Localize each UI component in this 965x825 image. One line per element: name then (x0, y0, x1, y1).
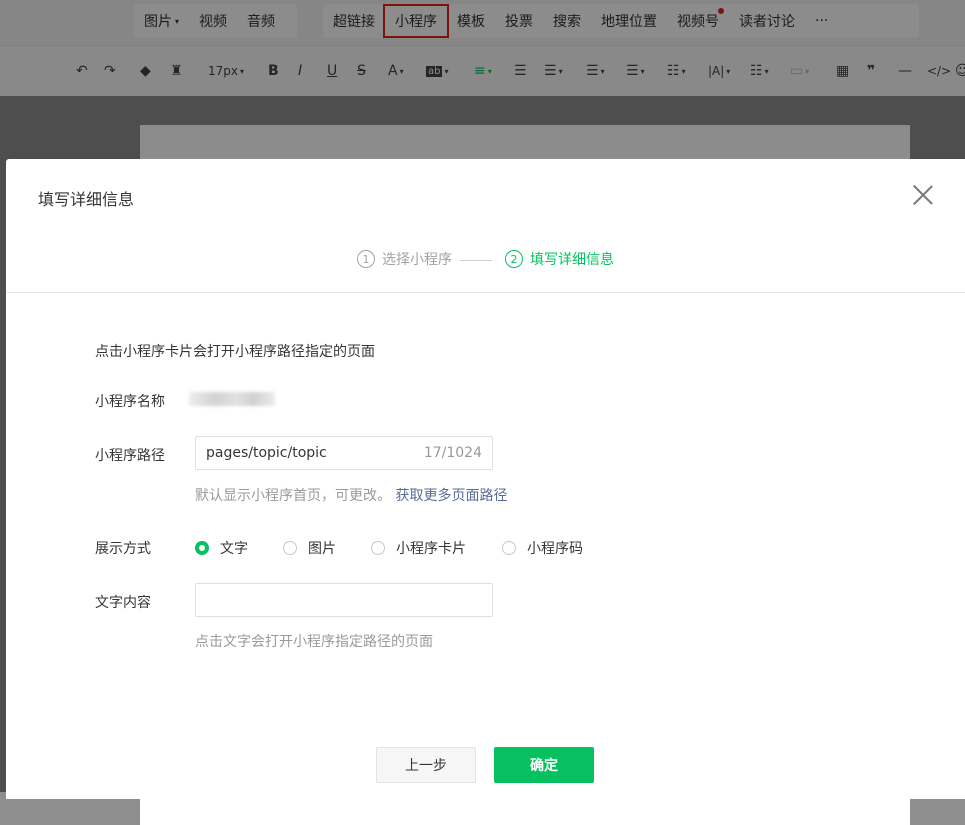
step-number: 1 (357, 250, 375, 268)
dialog-title: 填写详细信息 (38, 190, 135, 209)
miniprogram-name-blurred (189, 392, 275, 406)
path-input[interactable]: pages/topic/topic 17/1024 (195, 436, 493, 470)
text-content-input[interactable] (195, 583, 493, 617)
text-content-label: 文字内容 (95, 595, 151, 611)
radio-unchecked-icon (371, 541, 385, 555)
step-label: 填写详细信息 (530, 252, 614, 268)
radio-label: 小程序卡片 (396, 541, 466, 557)
radio-unchecked-icon (283, 541, 297, 555)
name-label: 小程序名称 (95, 394, 165, 410)
path-hint-text: 默认显示小程序首页，可更改。 (195, 488, 391, 504)
previous-step-button[interactable]: 上一步 (376, 747, 476, 783)
divider (6, 292, 965, 293)
display-mode-label: 展示方式 (95, 541, 151, 557)
radio-qrcode[interactable]: 小程序码 (502, 538, 583, 558)
radio-label: 图片 (308, 541, 336, 557)
step-fill-details: 2 填写详细信息 (505, 249, 614, 269)
step-select-miniprogram: 1 选择小程序 (357, 249, 452, 269)
path-value: pages/topic/topic (206, 445, 327, 461)
radio-checked-icon (195, 541, 209, 555)
radio-card[interactable]: 小程序卡片 (371, 538, 466, 558)
radio-text[interactable]: 文字 (195, 538, 248, 558)
close-icon[interactable] (912, 184, 934, 206)
more-paths-link[interactable]: 获取更多页面路径 (395, 488, 507, 504)
step-number: 2 (505, 250, 523, 268)
radio-image[interactable]: 图片 (283, 538, 336, 558)
radio-unchecked-icon (502, 541, 516, 555)
path-label: 小程序路径 (95, 448, 165, 464)
miniprogram-dialog: 填写详细信息 1 选择小程序 2 填写详细信息 点击小程序卡片会打开小程序路径指… (6, 159, 965, 799)
path-hint: 默认显示小程序首页，可更改。 获取更多页面路径 (195, 485, 507, 505)
intro-text: 点击小程序卡片会打开小程序路径指定的页面 (95, 344, 375, 360)
step-connector (460, 260, 492, 261)
step-indicator: 1 选择小程序 2 填写详细信息 (6, 249, 965, 273)
radio-label: 文字 (220, 541, 248, 557)
confirm-button[interactable]: 确定 (494, 747, 594, 783)
path-char-count: 17/1024 (423, 445, 482, 461)
step-label: 选择小程序 (382, 252, 452, 268)
text-content-hint: 点击文字会打开小程序指定路径的页面 (195, 634, 433, 650)
radio-label: 小程序码 (527, 541, 583, 557)
